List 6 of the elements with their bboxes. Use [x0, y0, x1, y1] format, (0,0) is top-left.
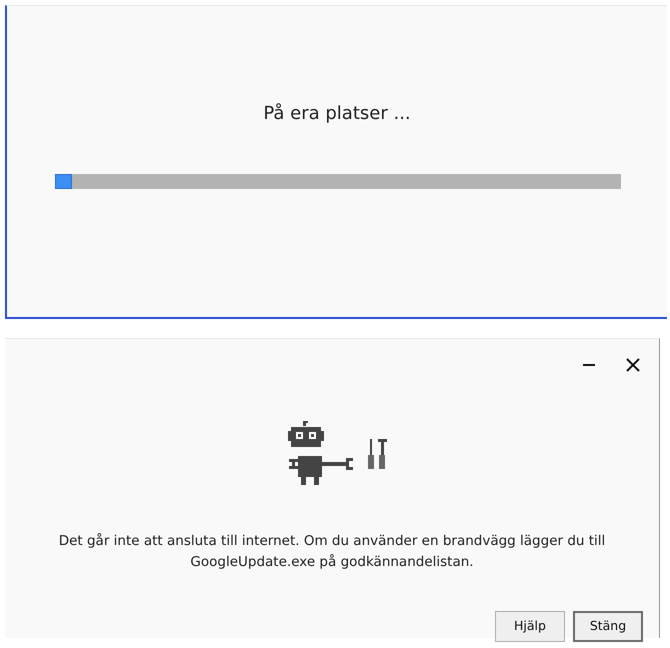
close-icon [626, 358, 640, 372]
close-dialog-button[interactable]: Stäng [573, 611, 643, 642]
minimize-icon [583, 364, 595, 366]
status-text: På era platser ... [262, 102, 412, 126]
error-message: Det går inte att ansluta till internet. Om du använder en brandvägg lägger du till GoogleUpdate.exe på godkännandelistan. [58, 532, 606, 572]
help-button[interactable]: Hjälp [495, 611, 565, 642]
